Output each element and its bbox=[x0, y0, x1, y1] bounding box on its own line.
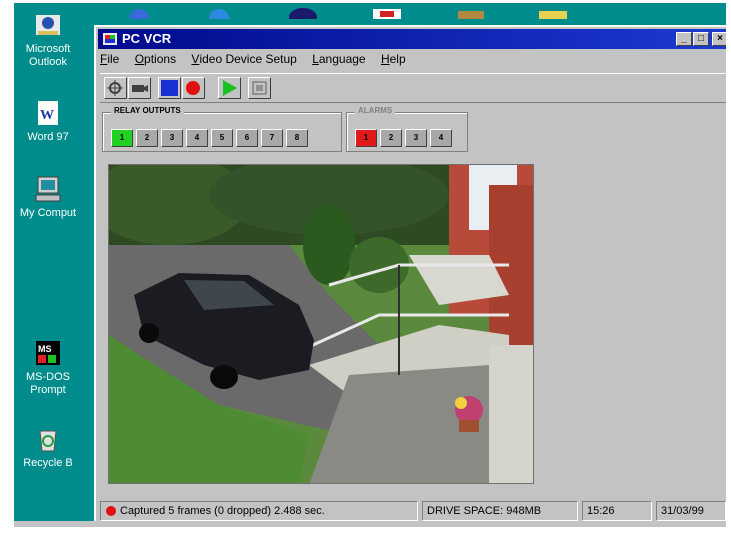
recording-indicator-icon bbox=[106, 506, 116, 517]
internet-explorer-icon[interactable] bbox=[122, 3, 156, 29]
desktop-icon-label: Microsoft bbox=[25, 43, 71, 55]
alarm-2-button[interactable]: 2 bbox=[380, 129, 402, 147]
desktop-icon-label: Word 97 bbox=[27, 131, 69, 143]
snapshot-button[interactable] bbox=[248, 77, 271, 99]
menu-accel: F bbox=[100, 52, 108, 66]
relay-output-1-button[interactable]: 1 bbox=[111, 129, 133, 147]
computer-icon bbox=[35, 176, 61, 202]
screen: Microsoft Outlook W Word 97 My Comput MS… bbox=[0, 0, 731, 542]
relay-outputs-label: RELAY OUTPUTS bbox=[111, 106, 184, 115]
svg-text:MS: MS bbox=[38, 344, 52, 354]
desktop-icon-label: Recycle B bbox=[23, 457, 73, 469]
stop-button[interactable] bbox=[158, 77, 181, 99]
menu-label: ideo Device Setup bbox=[199, 52, 297, 66]
menu-accel: V bbox=[191, 52, 200, 66]
msn-icon[interactable] bbox=[370, 3, 404, 19]
aol-icon[interactable] bbox=[286, 3, 320, 26]
taskbar bbox=[14, 521, 726, 527]
menu-language[interactable]: Language bbox=[312, 52, 365, 66]
menu-label: elp bbox=[389, 52, 406, 66]
record-icon bbox=[186, 81, 200, 95]
alarms-group: ALARMS 1 2 3 4 bbox=[346, 106, 468, 152]
menu-accel: L bbox=[312, 52, 319, 66]
relay-output-6-button[interactable]: 6 bbox=[236, 129, 258, 147]
menu-options[interactable]: Options bbox=[135, 52, 176, 66]
status-bar: Captured 5 frames (0 dropped) 2.488 sec.… bbox=[100, 501, 726, 521]
desktop-icon-my-computer[interactable]: My Comput bbox=[14, 173, 88, 220]
desktop-icon-word[interactable]: W Word 97 bbox=[14, 97, 88, 144]
relay-output-4-button[interactable]: 4 bbox=[186, 129, 208, 147]
menu-accel: O bbox=[134, 52, 145, 66]
pc-vcr-window: PC VCR _ □ × File Options Video Device S… bbox=[94, 25, 726, 525]
minimize-button[interactable]: _ bbox=[676, 32, 692, 46]
desktop-icon-label: My Comput bbox=[19, 207, 77, 219]
svg-text:W: W bbox=[40, 108, 54, 123]
relay-output-5-button[interactable]: 5 bbox=[211, 129, 233, 147]
alarms-label: ALARMS bbox=[355, 106, 396, 115]
camera-feed-image bbox=[109, 165, 533, 483]
video-preview[interactable] bbox=[108, 164, 534, 484]
time-text: 15:26 bbox=[587, 505, 615, 517]
camera-icon bbox=[132, 85, 148, 92]
relay-output-8-button[interactable]: 8 bbox=[286, 129, 308, 147]
outlook-icon bbox=[36, 15, 60, 35]
alarm-4-button[interactable]: 4 bbox=[430, 129, 452, 147]
close-button[interactable]: × bbox=[712, 32, 726, 46]
stop-icon bbox=[161, 80, 178, 96]
camera-button[interactable] bbox=[128, 77, 151, 99]
capture-status-panel: Captured 5 frames (0 dropped) 2.488 sec. bbox=[100, 501, 418, 521]
settings-icon bbox=[107, 80, 123, 96]
menu-accel: H bbox=[380, 52, 390, 66]
desktop-icon-label: MS-DOS bbox=[26, 371, 70, 383]
menu-video-device-setup[interactable]: Video Device Setup bbox=[191, 52, 296, 66]
desktop-icon-recycle-bin[interactable]: Recycle B bbox=[14, 423, 88, 470]
date-panel: 31/03/99 bbox=[656, 501, 726, 521]
msdos-icon: MS bbox=[36, 341, 60, 365]
alarm-3-button[interactable]: 3 bbox=[405, 129, 427, 147]
desktop: Microsoft Outlook W Word 97 My Comput MS… bbox=[14, 3, 726, 527]
briefcase-icon[interactable] bbox=[454, 3, 488, 19]
maximize-button[interactable]: □ bbox=[693, 32, 709, 46]
menu-file[interactable]: File bbox=[100, 52, 119, 66]
word-icon: W bbox=[38, 101, 58, 125]
close-icon: × bbox=[717, 33, 723, 44]
snapshot-icon bbox=[252, 81, 267, 95]
record-button[interactable] bbox=[182, 77, 205, 99]
desktop-icon-msdos[interactable]: MS MS-DOS Prompt bbox=[14, 337, 88, 397]
title-bar[interactable]: PC VCR _ □ × bbox=[98, 29, 726, 49]
date-text: 31/03/99 bbox=[661, 505, 704, 517]
time-panel: 15:26 bbox=[582, 501, 652, 521]
play-icon bbox=[223, 80, 237, 96]
relay-output-2-button[interactable]: 2 bbox=[136, 129, 158, 147]
menu-bar: File Options Video Device Setup Language… bbox=[100, 52, 418, 70]
relay-output-7-button[interactable]: 7 bbox=[261, 129, 283, 147]
maximize-icon: □ bbox=[697, 33, 705, 44]
menu-label: ile bbox=[107, 52, 120, 66]
app-icon bbox=[103, 33, 117, 45]
window-title: PC VCR bbox=[122, 31, 172, 46]
minimize-icon: _ bbox=[681, 33, 687, 44]
desktop-icon-label: Outlook bbox=[29, 56, 67, 68]
desktop-icon-outlook[interactable]: Microsoft Outlook bbox=[14, 9, 88, 69]
relay-output-3-button[interactable]: 3 bbox=[161, 129, 183, 147]
capture-status-text: Captured 5 frames (0 dropped) 2.488 sec. bbox=[120, 505, 325, 517]
settings-button[interactable] bbox=[104, 77, 127, 99]
menu-help[interactable]: Help bbox=[381, 52, 406, 66]
play-button[interactable] bbox=[218, 77, 241, 99]
network-icon[interactable] bbox=[202, 3, 236, 29]
drive-space-text: DRIVE SPACE: 948MB bbox=[427, 505, 542, 517]
recycle-bin-icon bbox=[39, 430, 57, 452]
relay-outputs-group: RELAY OUTPUTS 1 2 3 4 5 6 7 8 bbox=[102, 106, 342, 152]
desktop-icon-label: Prompt bbox=[30, 384, 66, 396]
menu-label: ptions bbox=[144, 52, 177, 66]
drive-space-panel: DRIVE SPACE: 948MB bbox=[422, 501, 578, 521]
toolbar bbox=[100, 73, 726, 103]
menu-label: anguage bbox=[318, 52, 366, 66]
folder-icon[interactable] bbox=[536, 3, 570, 19]
alarm-1-button[interactable]: 1 bbox=[355, 129, 377, 147]
